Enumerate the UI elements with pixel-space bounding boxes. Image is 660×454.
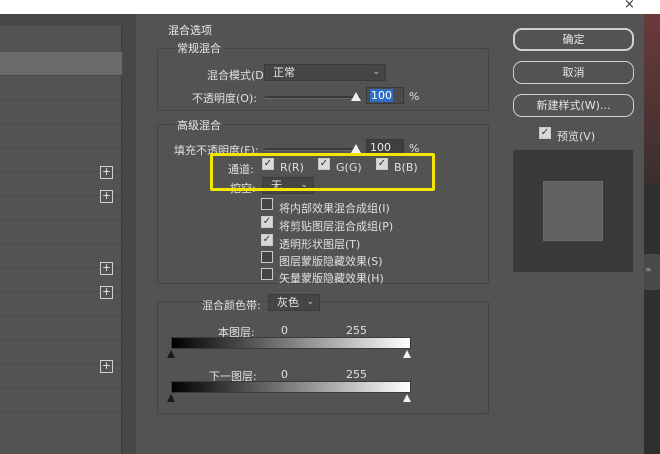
option-label-0: 将内部效果混合成组(I) bbox=[279, 202, 390, 215]
underlying-white-stop[interactable] bbox=[403, 394, 411, 402]
preview-label: 预览(V) bbox=[557, 130, 596, 143]
this-layer-gradient bbox=[171, 337, 411, 349]
blending-options-title: 混合选项 bbox=[168, 24, 212, 37]
option-label-1: 将剪贴图层混合成组(P) bbox=[279, 220, 394, 233]
preview-checkbox[interactable]: ✓ bbox=[539, 127, 551, 139]
blend-if-group bbox=[157, 301, 489, 414]
option-checkbox-2[interactable]: ✓ bbox=[261, 234, 273, 246]
style-row[interactable] bbox=[0, 124, 122, 148]
add-style-icon[interactable]: + bbox=[100, 360, 113, 373]
option-label-3: 图层蒙版隐藏效果(S) bbox=[279, 255, 383, 268]
option-checkbox-4[interactable] bbox=[261, 268, 273, 280]
blend-mode-select[interactable]: 正常 ⌄ bbox=[264, 64, 386, 81]
chevron-down-icon: ⌄ bbox=[306, 297, 314, 307]
opacity-slider-handle[interactable] bbox=[351, 92, 361, 101]
cancel-button[interactable]: 取消 bbox=[513, 61, 634, 84]
style-preview bbox=[513, 150, 633, 272]
option-checkbox-0[interactable] bbox=[261, 198, 273, 210]
add-style-icon[interactable]: + bbox=[100, 190, 113, 203]
blend-if-label: 混合颜色带: bbox=[202, 299, 261, 312]
underlying-layer-gradient bbox=[171, 381, 411, 393]
blend-mode-label: 混合模式(D): bbox=[207, 69, 272, 82]
blend-if-value: 灰色 bbox=[277, 296, 299, 309]
fill-opacity-slider[interactable] bbox=[265, 148, 360, 151]
blend-mode-value: 正常 bbox=[273, 66, 295, 79]
option-checkbox-1[interactable]: ✓ bbox=[261, 216, 273, 228]
background-canvas-strip bbox=[644, 14, 660, 184]
underlying-layer-low: 0 bbox=[281, 368, 288, 381]
style-row[interactable] bbox=[0, 76, 122, 100]
chevron-down-icon: ⌄ bbox=[372, 67, 380, 77]
option-label-4: 矢量蒙版隐藏效果(H) bbox=[279, 272, 384, 285]
this-layer-low: 0 bbox=[281, 324, 288, 337]
style-row[interactable] bbox=[0, 100, 122, 124]
this-layer-high: 255 bbox=[346, 324, 367, 337]
opacity-unit: % bbox=[409, 90, 420, 103]
option-checkbox-3[interactable] bbox=[261, 251, 273, 263]
add-style-icon[interactable]: + bbox=[100, 286, 113, 299]
opacity-input[interactable]: 100 bbox=[366, 87, 404, 104]
style-list: + + + + + bbox=[0, 26, 122, 454]
link-icon: ∞ bbox=[645, 265, 652, 274]
add-style-icon[interactable]: + bbox=[100, 262, 113, 275]
opacity-value: 100 bbox=[370, 89, 393, 102]
background-app-edge: ∞ bbox=[644, 14, 660, 454]
this-layer-black-stop[interactable] bbox=[167, 350, 175, 358]
style-row[interactable] bbox=[0, 388, 122, 412]
styles-panel: + + + + + bbox=[0, 14, 136, 454]
window-top-bar: × bbox=[0, 0, 660, 14]
general-blending-title: 常规混合 bbox=[174, 40, 224, 56]
advanced-blending-title: 高级混合 bbox=[174, 117, 224, 133]
channels-highlight-box bbox=[210, 153, 435, 191]
underlying-layer-high: 255 bbox=[346, 368, 367, 381]
style-row[interactable] bbox=[0, 316, 122, 340]
preview-swatch bbox=[543, 181, 603, 241]
this-layer-white-stop[interactable] bbox=[403, 350, 411, 358]
new-style-button[interactable]: 新建样式(W)... bbox=[513, 94, 634, 117]
opacity-slider[interactable] bbox=[265, 96, 360, 99]
blend-if-select[interactable]: 灰色 ⌄ bbox=[268, 294, 320, 311]
option-label-2: 透明形状图层(T) bbox=[279, 238, 361, 251]
close-icon[interactable]: × bbox=[624, 0, 635, 12]
add-style-icon[interactable]: + bbox=[100, 166, 113, 179]
underlying-black-stop[interactable] bbox=[167, 394, 175, 402]
fill-opacity-slider-handle[interactable] bbox=[351, 144, 361, 153]
ok-button[interactable]: 确定 bbox=[513, 28, 634, 51]
style-row-selected[interactable] bbox=[0, 52, 122, 76]
style-row[interactable] bbox=[0, 220, 122, 244]
opacity-label: 不透明度(O): bbox=[192, 92, 257, 105]
